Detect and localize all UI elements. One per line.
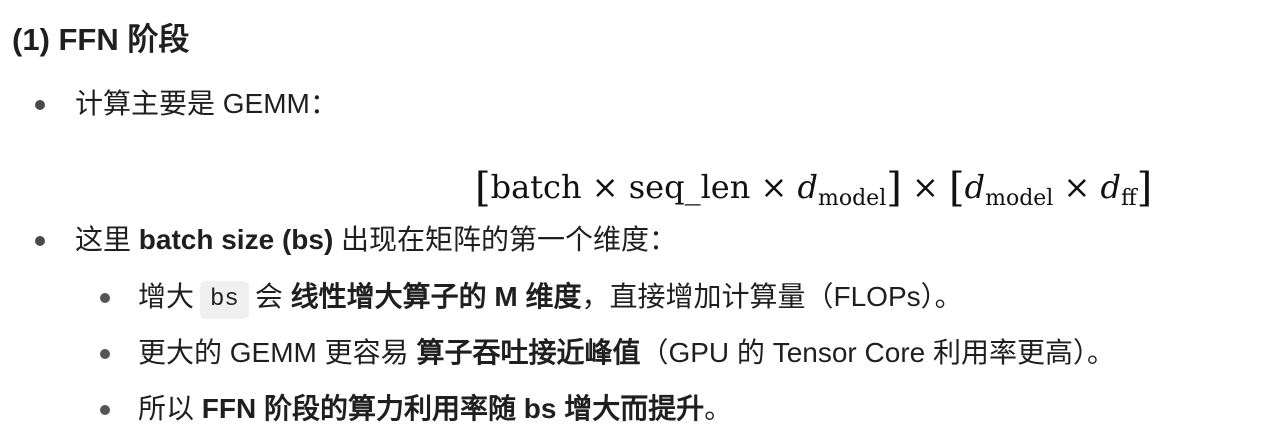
list-item-text: 计算主要是 GEMM： <box>75 88 338 119</box>
list-item-bold-text: 线性增大算子的 M 维度 <box>290 281 582 312</box>
formula-d: d <box>964 168 986 206</box>
formula-times: × <box>901 168 949 206</box>
formula-subscript: model <box>817 186 887 211</box>
sub-bullet-dot <box>100 405 110 415</box>
list-item-text: 所以 <box>138 393 202 424</box>
inline-code: bs <box>200 281 249 319</box>
list-item-bold-text: batch size (bs) <box>138 224 334 255</box>
sub-list-item-throughput: 更大的 GEMM 更容易 算子吞吐接近峰值（GPU 的 Tensor Core … <box>138 333 1115 373</box>
math-formula: [batch × seq_len × dmodel] × [dmodel × d… <box>475 164 1152 211</box>
sub-bullet-dot <box>100 293 110 303</box>
sub-list-item-m-dimension: 增大 bs 会 线性增大算子的 M 维度，直接增加计算量（FLOPs）。 <box>138 277 963 319</box>
list-item-text: （GPU 的 Tensor Core 利用率更高）。 <box>640 337 1115 368</box>
formula-left-bracket: [ <box>475 165 491 211</box>
list-item-text: ，直接增加计算量（FLOPs）。 <box>581 281 963 312</box>
formula-times: × <box>581 168 629 206</box>
list-item-text: 出现在矩阵的第一个维度： <box>333 224 678 255</box>
sub-list-item-utilization: 所以 FFN 阶段的算力利用率随 bs 增大而提升。 <box>138 389 732 429</box>
formula-right-bracket: ] <box>886 165 902 211</box>
bullet-dot <box>35 236 45 246</box>
list-item-batch-size: 这里 batch size (bs) 出现在矩阵的第一个维度： <box>75 220 677 260</box>
list-item-text: 增大 <box>138 281 195 312</box>
formula-batch: batch <box>490 168 582 206</box>
list-item-text: 会 <box>254 281 291 312</box>
list-item-text: 。 <box>704 393 733 424</box>
formula-right-bracket: ] <box>1136 165 1153 211</box>
formula-seq-len: seq_len <box>628 168 751 206</box>
formula-d: d <box>1100 168 1121 206</box>
formula-subscript: model <box>985 186 1054 211</box>
list-item-text: 更大的 GEMM 更容易 <box>138 337 417 368</box>
formula-times: × <box>750 168 798 206</box>
section-heading: (1) FFN 阶段 <box>12 22 190 57</box>
list-item-gemm: 计算主要是 GEMM： <box>75 84 338 124</box>
formula-d: d <box>797 168 818 206</box>
formula-left-bracket: [ <box>949 165 965 211</box>
formula-times: × <box>1053 168 1101 206</box>
formula-subscript: ff <box>1120 186 1137 211</box>
list-item-bold-text: FFN 阶段的算力利用率随 bs 增大而提升 <box>201 393 705 424</box>
list-item-text: 这里 <box>75 224 139 255</box>
list-item-bold-text: 算子吞吐接近峰值 <box>416 337 641 368</box>
sub-bullet-dot <box>100 349 110 359</box>
bullet-dot <box>35 100 45 110</box>
